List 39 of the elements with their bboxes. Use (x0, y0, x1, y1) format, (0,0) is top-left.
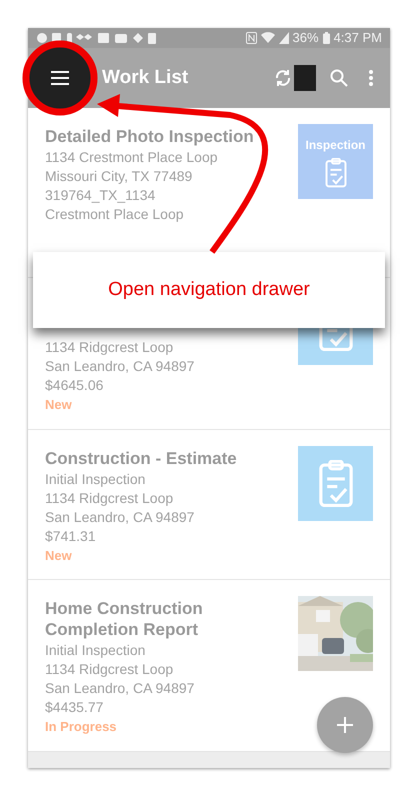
nfc-icon (246, 32, 257, 44)
search-icon (330, 69, 348, 87)
app-title: Work List (102, 66, 188, 90)
item-detail: 1134 Ridgcrest Loop (45, 489, 174, 508)
item-detail: $4645.06 (45, 376, 104, 395)
item-detail: $4435.77 (45, 698, 104, 717)
item-title: Detailed Photo Inspection (45, 126, 255, 147)
item-title: Home Construction Completion Report (45, 598, 204, 640)
signal-icon (278, 32, 289, 44)
item-title: Construction - Estimate (45, 448, 238, 469)
battery-percentage: 36% (292, 29, 319, 48)
item-detail: 1134 Crestmont Place Loop (45, 148, 219, 167)
clipboard-icon (322, 158, 348, 188)
item-status: In Progress (45, 718, 118, 736)
item-detail: $741.31 (45, 527, 97, 546)
clock-time: 4:37 PM (334, 29, 382, 48)
item-detail: San Leandro, CA 94897 (45, 508, 196, 527)
redaction-block (294, 65, 316, 91)
work-item-card[interactable]: Home Construction Completion Report Initial Inspection 1134 Ridgcrest Loop San Leandro, CA 94897 $4435.77 In Progress (28, 580, 390, 752)
sync-icon (274, 69, 292, 87)
more-options-icon (369, 70, 373, 86)
plus-icon (337, 717, 353, 733)
item-detail: San Leandro, CA 94897 (45, 357, 196, 376)
item-detail: 319764_TX_1134 (45, 186, 156, 205)
item-detail: Initial Inspection (45, 470, 146, 489)
work-item-card[interactable]: Construction - Estimate Initial Inspection 1134 Ridgcrest Loop San Leandro, CA 94897 $741.31 New (28, 430, 390, 580)
item-detail: 1134 Ridgcrest Loop (45, 338, 174, 357)
tooltip-text: Open navigation drawer (108, 278, 310, 302)
item-detail: Initial Inspection (45, 641, 146, 660)
battery-icon (322, 32, 330, 44)
item-detail: Missouri City, TX 77489 (45, 167, 194, 186)
wifi-icon (260, 32, 275, 44)
menu-icon (51, 71, 69, 85)
item-status: New (45, 396, 73, 414)
tile-label: Inspection (305, 137, 366, 154)
item-status: New (45, 547, 73, 565)
item-detail: San Leandro, CA 94897 (45, 679, 196, 698)
item-detail: 1134 Ridgcrest Loop (45, 660, 174, 679)
item-detail: Crestmont Place Loop (45, 205, 185, 224)
